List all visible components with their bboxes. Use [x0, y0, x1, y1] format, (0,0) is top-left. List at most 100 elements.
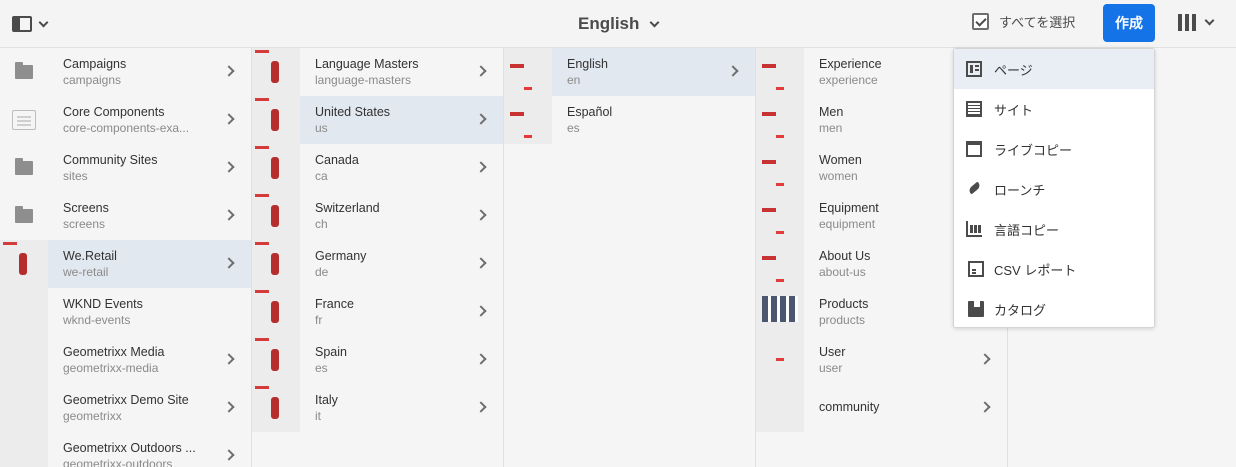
item-name: geometrixx-outdoors — [63, 457, 173, 467]
chevron-right-icon[interactable] — [223, 113, 235, 125]
chevron-right-icon[interactable] — [223, 161, 235, 173]
chevron-right-icon[interactable] — [979, 401, 991, 413]
chevron-right-icon[interactable] — [475, 209, 487, 221]
item-title: Germany — [315, 249, 367, 263]
column-1: Campaigns campaigns Core Components core-co… — [0, 48, 252, 467]
folder-icon — [0, 48, 48, 96]
column-item[interactable]: English en — [504, 48, 755, 96]
geometrixx-media-thumb — [0, 336, 48, 384]
item-name: fr — [315, 313, 323, 327]
create-menu-item[interactable]: 言語コピー — [954, 209, 1154, 249]
column-item[interactable]: Español es — [504, 96, 755, 144]
column-item[interactable]: Geometrixx Outdoors ... geometrixx-outdoo… — [0, 432, 251, 467]
catalog-icon — [968, 301, 984, 317]
chevron-right-icon[interactable] — [475, 401, 487, 413]
item-name: women — [819, 169, 858, 183]
folder-icon — [0, 192, 48, 240]
item-title: Experience — [819, 57, 882, 71]
column-item[interactable]: Geometrixx Demo Site geometrixx — [0, 384, 251, 432]
item-title: Geometrixx Outdoors ... — [63, 441, 196, 455]
chevron-right-icon[interactable] — [223, 449, 235, 461]
item-title: English — [567, 57, 608, 71]
column-item[interactable]: WKND Events wknd-events — [0, 288, 251, 336]
item-title: Men — [819, 105, 844, 119]
rail-toggle-button[interactable] — [12, 12, 56, 36]
create-menu-item[interactable]: ページ — [954, 49, 1154, 89]
item-title: Language Masters — [315, 57, 419, 71]
create-menu-item[interactable]: ローンチ — [954, 169, 1154, 209]
page-thumb — [756, 192, 804, 240]
column-item[interactable]: Canada ca — [252, 144, 503, 192]
chevron-right-icon[interactable] — [475, 257, 487, 269]
menu-item-label: ページ — [994, 62, 1033, 78]
chevron-right-icon[interactable] — [475, 353, 487, 365]
chevron-right-icon[interactable] — [727, 65, 739, 77]
create-menu-item[interactable]: サイト — [954, 89, 1154, 129]
item-title: Products — [819, 297, 869, 311]
page-icon — [966, 61, 982, 77]
item-name: about-us — [819, 265, 866, 279]
we-retail-thumb — [252, 384, 300, 432]
column-item[interactable]: Language Masters language-masters — [252, 48, 503, 96]
folder-icon — [0, 144, 48, 192]
menu-item-label: ライブコピー — [994, 142, 1073, 158]
chevron-right-icon[interactable] — [475, 113, 487, 125]
title-dropdown[interactable]: English — [578, 11, 660, 37]
column-item[interactable]: Italy it — [252, 384, 503, 432]
column-item[interactable]: Switzerland ch — [252, 192, 503, 240]
item-title: Screens — [63, 201, 109, 215]
chevron-right-icon[interactable] — [475, 161, 487, 173]
column-item[interactable]: United States us — [252, 96, 503, 144]
column-item[interactable]: Core Components core-components-exa... — [0, 96, 251, 144]
item-name: wknd-events — [63, 313, 131, 327]
create-button[interactable]: 作成 — [1103, 4, 1155, 42]
column-item[interactable]: Germany de — [252, 240, 503, 288]
item-name: products — [819, 313, 866, 327]
chevron-right-icon[interactable] — [223, 65, 235, 77]
menu-item-label: 言語コピー — [994, 222, 1060, 238]
chevron-right-icon[interactable] — [979, 353, 991, 365]
column-item[interactable]: Geometrixx Media geometrixx-media — [0, 336, 251, 384]
column-item[interactable]: User user — [756, 336, 1007, 384]
page-thumb — [504, 48, 552, 96]
user-thumb — [756, 336, 804, 384]
menu-item-label: CSV レポート — [994, 262, 1077, 278]
we-retail-thumb — [252, 192, 300, 240]
create-menu-item[interactable]: CSV レポート — [954, 249, 1154, 289]
chevron-right-icon[interactable] — [223, 401, 235, 413]
item-title: Italy — [315, 393, 338, 407]
column-item[interactable]: France fr — [252, 288, 503, 336]
item-name: es — [315, 361, 328, 375]
item-title: Community Sites — [63, 153, 158, 167]
view-switcher[interactable] — [1178, 14, 1215, 31]
chevron-right-icon[interactable] — [223, 209, 235, 221]
menu-item-label: ローンチ — [994, 182, 1046, 198]
page-thumb — [756, 144, 804, 192]
create-menu-item[interactable]: カタログ — [954, 289, 1154, 329]
we-retail-thumb — [252, 144, 300, 192]
chevron-right-icon[interactable] — [223, 353, 235, 365]
item-title: Canada — [315, 153, 359, 167]
column-3: English en Español es — [504, 48, 756, 467]
chevron-right-icon[interactable] — [223, 257, 235, 269]
column-view-icon — [1178, 14, 1196, 31]
column-item[interactable]: community — [756, 384, 1007, 432]
item-name: language-masters — [315, 73, 412, 87]
chevron-right-icon[interactable] — [475, 65, 487, 77]
site-icon — [966, 101, 982, 117]
item-name: experience — [819, 73, 878, 87]
live-copy-icon — [966, 141, 982, 157]
we-retail-thumb — [252, 96, 300, 144]
item-name: en — [567, 73, 581, 87]
column-item[interactable]: Screens screens — [0, 192, 251, 240]
column-item[interactable]: Spain es — [252, 336, 503, 384]
select-all-button[interactable]: すべてを選択 — [972, 12, 1075, 31]
chevron-right-icon[interactable] — [475, 305, 487, 317]
item-name: geometrixx — [63, 409, 122, 423]
column-item[interactable]: We.Retail we-retail — [0, 240, 251, 288]
we-retail-thumb — [252, 48, 300, 96]
column-item[interactable]: Community Sites sites — [0, 144, 251, 192]
item-title: We.Retail — [63, 249, 117, 263]
column-item[interactable]: Campaigns campaigns — [0, 48, 251, 96]
create-menu-item[interactable]: ライブコピー — [954, 129, 1154, 169]
